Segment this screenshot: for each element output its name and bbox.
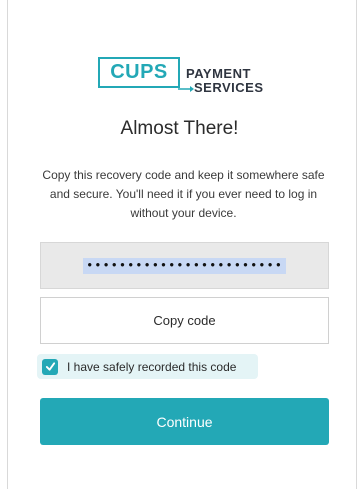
recovery-code-box[interactable]: •••••••••••••••••••••••• (40, 242, 329, 289)
check-icon (45, 362, 55, 371)
recovery-code-value[interactable]: •••••••••••••••••••••••• (83, 257, 286, 274)
confirm-recorded-row[interactable]: I have safely recorded this code (37, 354, 258, 379)
confirm-recorded-checkbox[interactable] (42, 358, 58, 375)
brand-logo: CUPS PAYMENT SERVICES (98, 57, 278, 97)
page-title: Almost There! (120, 118, 239, 139)
instructions-text: Copy this recovery code and keep it some… (42, 168, 325, 220)
logo-payment-text: PAYMENT (186, 66, 251, 81)
confirm-recorded-label[interactable]: I have safely recorded this code (67, 360, 236, 374)
arrow-right-icon (178, 86, 194, 92)
copy-code-button[interactable]: Copy code (40, 297, 329, 344)
continue-button[interactable]: Continue (40, 398, 329, 445)
logo-services-text: SERVICES (194, 80, 264, 95)
logo-cups: CUPS (98, 57, 180, 88)
